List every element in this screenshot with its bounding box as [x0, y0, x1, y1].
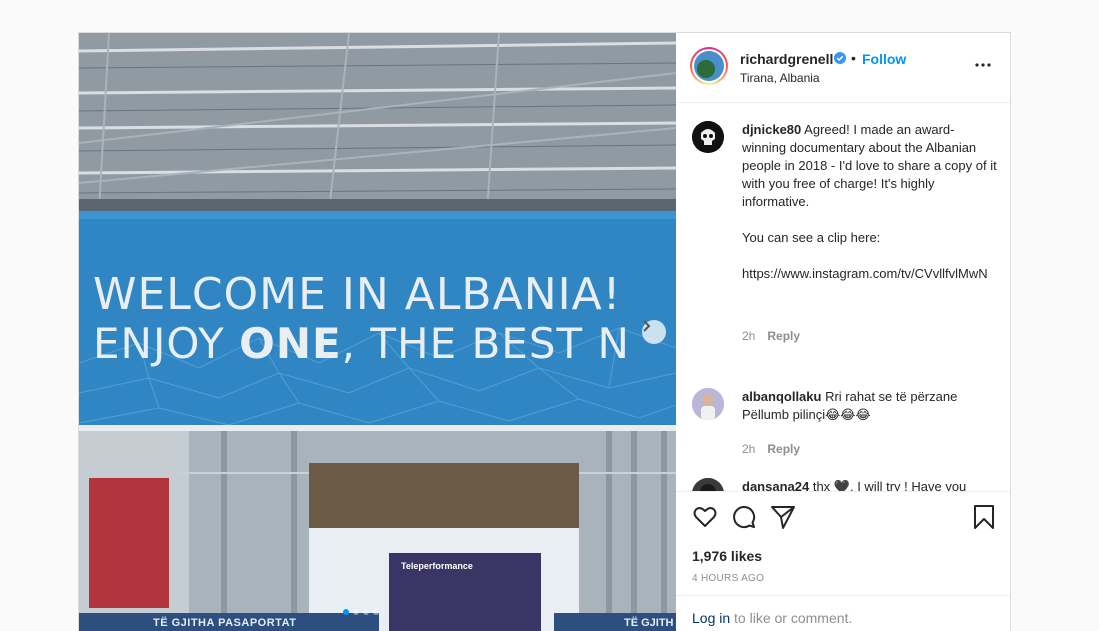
more-icon	[975, 63, 991, 67]
comment-meta: 2h Reply	[742, 329, 812, 343]
skull-avatar-icon	[692, 121, 724, 153]
carousel-dot	[353, 609, 359, 615]
passport-sign-text-2: TË GJITH	[624, 617, 674, 629]
comments-list[interactable]: djnicke80 Agreed! I made an award-winnin…	[676, 103, 1010, 491]
verified-icon	[834, 52, 846, 64]
likes-count[interactable]: 1,976 likes	[692, 548, 762, 564]
teleperformance-label: Teleperformance	[401, 561, 473, 571]
login-bar: Log in to like or comment.	[676, 595, 1010, 631]
follow-button[interactable]: Follow	[862, 51, 906, 67]
bookmark-icon[interactable]	[971, 504, 997, 530]
login-link[interactable]: Log in	[692, 610, 730, 626]
carousel-dot	[363, 609, 369, 615]
post-side-panel: richardgrenell • Follow Tirana, Albania	[676, 33, 1010, 631]
person-avatar-icon	[692, 388, 724, 420]
carousel-dot-active	[343, 609, 349, 615]
post-image[interactable]: WELCOME IN ALBANIA! ENJOY ONE, THE BEST …	[79, 33, 676, 631]
header-separator: •	[851, 50, 856, 66]
comment-icon[interactable]	[731, 504, 757, 530]
login-prompt-text: to like or comment.	[730, 610, 853, 626]
banner-line1: WELCOME IN ALBANIA!	[93, 269, 622, 320]
comment-text: Agreed! I made an award-winning document…	[742, 122, 997, 281]
passport-sign-text: TË GJITHA PASAPORTAT	[153, 617, 297, 629]
commenter-avatar[interactable]	[692, 121, 724, 153]
post-location[interactable]: Tirana, Albania	[740, 71, 820, 85]
share-icon[interactable]	[770, 504, 796, 530]
more-options-button[interactable]	[972, 54, 994, 76]
commenter-avatar[interactable]	[692, 478, 724, 491]
carousel-dots	[343, 609, 379, 615]
heart-icon[interactable]	[692, 504, 718, 530]
reply-button[interactable]: Reply	[767, 442, 800, 456]
person-avatar-icon	[692, 478, 724, 491]
banner-line2: ENJOY ONE, THE BEST N	[93, 319, 630, 368]
instagram-post: WELCOME IN ALBANIA! ENJOY ONE, THE BEST …	[78, 32, 1011, 631]
comment-meta: 2h Reply	[742, 442, 812, 456]
post-timestamp[interactable]: 4 HOURS AGO	[692, 573, 764, 584]
carousel-dot	[373, 609, 379, 615]
comment-username[interactable]: dansana24	[742, 479, 809, 491]
comment-time: 2h	[742, 329, 756, 343]
chevron-right-icon	[643, 320, 651, 332]
author-username[interactable]: richardgrenell	[740, 51, 833, 67]
comment-time: 2h	[742, 442, 756, 456]
comment-username[interactable]: djnicke80	[742, 122, 801, 137]
comment-username[interactable]: albanqollaku	[742, 389, 821, 404]
carousel-next-button[interactable]	[642, 320, 666, 344]
avatar[interactable]	[690, 47, 728, 85]
post-actions: 1,976 likes 4 HOURS AGO Log in to like o…	[676, 491, 1010, 631]
reply-button[interactable]: Reply	[767, 329, 800, 343]
commenter-avatar[interactable]	[692, 388, 724, 420]
post-header: richardgrenell • Follow Tirana, Albania	[676, 33, 1010, 103]
